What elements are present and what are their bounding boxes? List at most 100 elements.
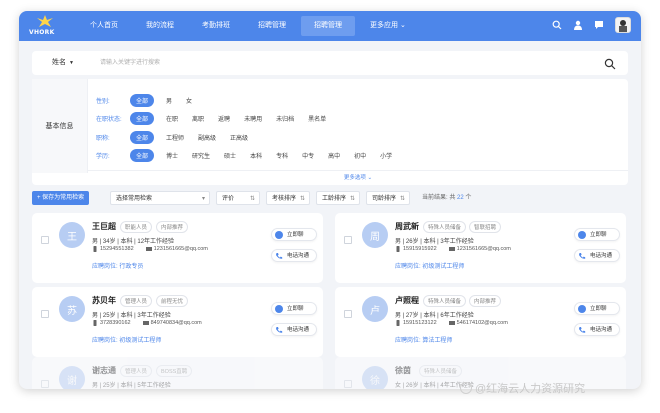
candidate-tag: 管理人员	[120, 295, 153, 307]
candidate-card[interactable]: 王 王巨超 职能人员 内部推荐 男 | 34岁 | 本科 | 12年工作经验 1…	[32, 213, 323, 283]
phone-icon	[578, 326, 586, 334]
search-input[interactable]	[100, 55, 580, 71]
count-suffix: 个	[465, 195, 472, 201]
filter-chip[interactable]: 专科	[276, 151, 288, 160]
nav-item-recruit-active[interactable]: 招聘管理	[301, 16, 355, 36]
chat-label: 立即聊	[287, 306, 304, 312]
sort-select-assessment[interactable]: 考核排序 ⇅	[266, 191, 310, 205]
filter-chip[interactable]: 小学	[380, 151, 392, 160]
chat-icon[interactable]	[593, 19, 605, 31]
search-type-select[interactable]: 姓名 ▼	[52, 51, 74, 75]
candidate-name[interactable]: 徐茵	[395, 365, 411, 376]
filter-chip[interactable]: 工程师	[166, 133, 184, 142]
filter-chip[interactable]: 高中	[328, 151, 340, 160]
more-options-toggle[interactable]: 更多选项 ⌄	[88, 170, 628, 185]
filter-chip[interactable]: 在职	[166, 114, 178, 123]
nav-item-flow[interactable]: 我的流程	[133, 11, 187, 41]
candidate-tag: 管理人员	[120, 365, 153, 377]
sort-label: 司龄排序	[372, 196, 397, 202]
save-common-search-button[interactable]: + 保存为常用检索	[32, 191, 90, 205]
filter-chip[interactable]: 研究生	[192, 151, 210, 160]
sort-select-tenure[interactable]: 司龄排序 ⇅	[366, 191, 410, 205]
candidate-name[interactable]: 王巨超	[92, 221, 116, 232]
select-checkbox[interactable]	[41, 380, 49, 388]
phone-icon	[395, 246, 401, 252]
chat-now-button[interactable]: 立即聊	[574, 228, 620, 241]
chat-now-button[interactable]: 立即聊	[574, 302, 620, 315]
filter-chip[interactable]: 黑名单	[308, 114, 326, 123]
filter-chip[interactable]: 全部	[130, 93, 155, 107]
user-icon[interactable]	[572, 19, 584, 31]
phone-call-button[interactable]: 电话沟通	[271, 249, 317, 262]
select-checkbox[interactable]	[41, 236, 49, 244]
caret-down-icon: ▾	[201, 196, 205, 202]
phone-icon	[578, 252, 586, 260]
phone-call-button[interactable]: 电话沟通	[574, 249, 620, 262]
logo-burst-icon	[37, 15, 53, 27]
select-checkbox[interactable]	[344, 380, 352, 388]
nav-item-recruit[interactable]: 招聘管理	[245, 11, 299, 41]
candidate-position[interactable]: 应聘岗位: 初级测试工程师	[395, 261, 464, 270]
candidate-name[interactable]: 卢照程	[395, 295, 419, 306]
result-count: 当前结果: 共 22 个	[422, 191, 471, 205]
filter-row-education: 学历: 全部 博士 研究生 硕士 本科 专科 中专 高中 初中 小学	[96, 148, 406, 162]
filter-chip[interactable]: 未聘用	[244, 114, 262, 123]
filter-chip[interactable]: 副高级	[198, 133, 216, 142]
candidate-avatar: 周	[362, 222, 388, 248]
candidate-avatar: 徐	[362, 366, 388, 389]
phone-icon	[92, 246, 98, 252]
sort-select-rating[interactable]: 评价 ⇅	[216, 191, 260, 205]
nav-item-home[interactable]: 个人首页	[77, 11, 131, 41]
candidate-card[interactable]: 谢 谢志通 管理人员 BOSS直聘 男 | 25岁 | 本科 | 5年工作经验	[32, 357, 323, 389]
common-search-select[interactable]: 选择常用检索 ▾	[110, 191, 210, 205]
filter-chip[interactable]: 女	[186, 96, 192, 105]
filter-chip[interactable]: 全部	[130, 111, 155, 125]
filter-chip[interactable]: 初中	[354, 151, 366, 160]
watermark-logo-icon	[460, 382, 472, 394]
chat-icon	[578, 231, 586, 239]
nav-item-attendance[interactable]: 考勤排班	[189, 11, 243, 41]
filter-chip[interactable]: 全部	[130, 148, 155, 162]
candidate-name[interactable]: 苏贝年	[92, 295, 116, 306]
candidate-name[interactable]: 周武新	[395, 221, 419, 232]
filter-chip[interactable]: 离职	[192, 114, 204, 123]
filter-chip[interactable]: 男	[166, 96, 172, 105]
candidate-contact: 3728390162 849740834@qq.com	[92, 320, 202, 326]
phone-call-button[interactable]: 电话沟通	[271, 323, 317, 336]
chat-now-button[interactable]: 立即聊	[271, 302, 317, 315]
filter-chip[interactable]: 正高级	[230, 133, 248, 142]
candidate-name[interactable]: 谢志通	[92, 365, 116, 376]
filter-chip[interactable]: 本科	[250, 151, 262, 160]
select-checkbox[interactable]	[41, 310, 49, 318]
filter-chip[interactable]: 未归档	[276, 114, 294, 123]
candidate-email: 1231561665@qq.com	[456, 246, 511, 252]
chat-now-button[interactable]: 立即聊	[271, 228, 317, 241]
filter-chip[interactable]: 博士	[166, 151, 178, 160]
result-toolbar: + 保存为常用检索 选择常用检索 ▾ 评价 ⇅ 考核排序 ⇅ 工龄排序 ⇅ 司龄排序 ⇅ …	[32, 191, 628, 207]
search-icon[interactable]	[551, 19, 563, 31]
search-button-icon[interactable]	[604, 57, 616, 70]
nav-item-more[interactable]: 更多应用 ⌄	[357, 11, 419, 41]
candidate-position[interactable]: 应聘岗位: 行政专员	[92, 261, 143, 270]
app-window: VHORK 个人首页 我的流程 考勤排班 招聘管理 招聘管理 更多应用 ⌄ 姓名…	[19, 11, 641, 389]
phone-call-button[interactable]: 电话沟通	[574, 323, 620, 336]
filter-chip[interactable]: 返聘	[218, 114, 230, 123]
candidate-position[interactable]: 应聘岗位: 算法工程师	[395, 335, 452, 344]
select-checkbox[interactable]	[344, 236, 352, 244]
chat-icon	[578, 305, 586, 313]
sort-select-seniority[interactable]: 工龄排序 ⇅	[316, 191, 360, 205]
candidate-card[interactable]: 卢 卢照程 特殊人员储备 内部推荐 男 | 27岁 | 本科 | 6年工作经验 …	[335, 287, 626, 357]
email-icon	[145, 246, 152, 252]
avatar[interactable]	[615, 17, 631, 33]
filter-chip[interactable]: 硕士	[224, 151, 236, 160]
brand-logo[interactable]: VHORK	[29, 14, 61, 38]
logo-text: VHORK	[29, 29, 55, 36]
candidate-card[interactable]: 苏 苏贝年 管理人员 前程无忧 男 | 25岁 | 本科 | 3年工作经验 37…	[32, 287, 323, 357]
candidate-card[interactable]: 周 周武新 特殊人员储备 智联招聘 男 | 26岁 | 本科 | 3年工作经验 …	[335, 213, 626, 283]
select-checkbox[interactable]	[344, 310, 352, 318]
filter-chip[interactable]: 中专	[302, 151, 314, 160]
filter-chip[interactable]: 全部	[130, 130, 155, 144]
main-menu: 个人首页 我的流程 考勤排班 招聘管理 招聘管理 更多应用 ⌄	[77, 11, 421, 41]
candidate-position[interactable]: 应聘岗位: 初级测试工程师	[92, 335, 161, 344]
position-value: 行政专员	[119, 264, 144, 270]
